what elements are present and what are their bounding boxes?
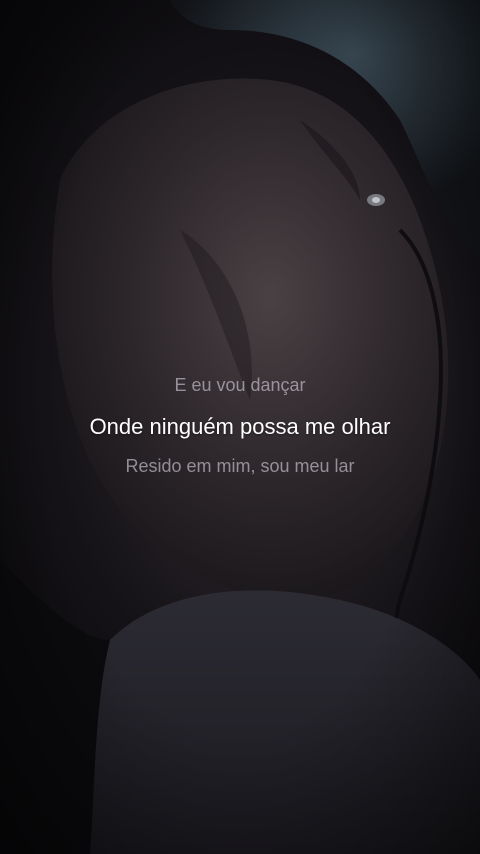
lyric-next-line: Resido em mim, sou meu lar [125, 456, 355, 476]
lyric-current-line: Onde ninguém possa me olhar [89, 414, 391, 439]
lyric-previous-line: E eu vou dançar [174, 375, 306, 395]
lyrics-story-screen: E eu vou dançar Onde ninguém possa me ol… [0, 0, 480, 854]
